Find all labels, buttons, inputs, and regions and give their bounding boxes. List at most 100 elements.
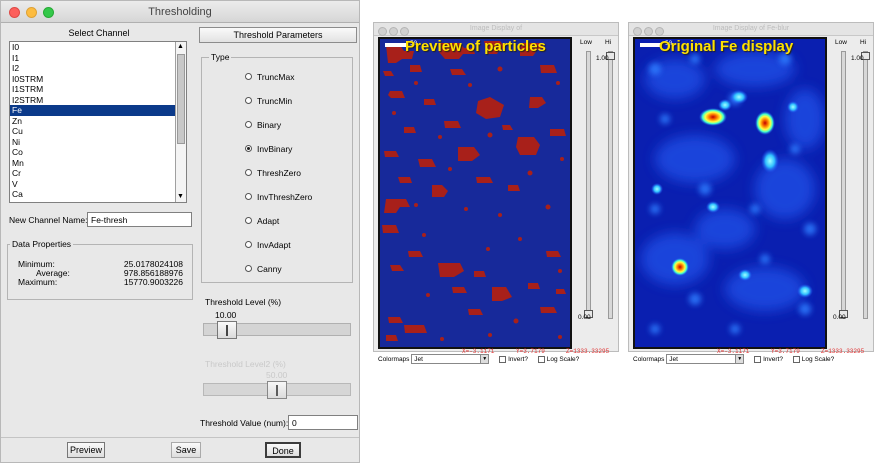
- type-option-label: InvAdapt: [257, 240, 291, 250]
- particle-preview-image[interactable]: 50: [378, 37, 572, 349]
- radio-button[interactable]: [245, 145, 252, 153]
- particle-map: [382, 41, 566, 341]
- channel-list-item[interactable]: Ca: [10, 189, 186, 200]
- invert-checkbox[interactable]: [499, 355, 507, 363]
- hi-value: 1.00: [851, 55, 864, 62]
- low-value: 0.00: [578, 314, 591, 321]
- threshold-value-input[interactable]: 0: [288, 415, 358, 430]
- new-channel-name-input[interactable]: Fe-thresh: [87, 212, 192, 227]
- hi-label: Hi: [860, 39, 867, 46]
- type-option-label: InvThreshZero: [257, 192, 313, 202]
- threshold-level-label: Threshold Level (%): [205, 297, 282, 307]
- colormap-select[interactable]: Jet ▼: [666, 354, 745, 365]
- x-readout: X=-3.1171: [717, 348, 750, 355]
- low-label: Low: [835, 39, 847, 46]
- radio-button[interactable]: [245, 265, 252, 273]
- type-option-invadapt[interactable]: InvAdapt: [245, 239, 291, 251]
- y-readout: Y=3.7179: [516, 348, 545, 355]
- radio-button[interactable]: [245, 217, 252, 225]
- colormap-select-value: Jet: [669, 356, 678, 364]
- channel-list-scrollbar[interactable]: ▲ ▼: [175, 42, 186, 202]
- select-channel-label: Select Channel: [68, 28, 130, 38]
- overlay-caption: Original Fe display: [659, 38, 794, 55]
- type-option-truncmax[interactable]: TruncMax: [245, 71, 294, 83]
- low-slider[interactable]: [839, 51, 848, 319]
- type-option-truncmin[interactable]: TruncMin: [245, 95, 292, 107]
- channel-list-item[interactable]: I2STRM: [10, 95, 186, 106]
- invert-checkbox[interactable]: [754, 355, 762, 363]
- low-slider[interactable]: [584, 51, 593, 319]
- threshold-level2-slider[interactable]: [203, 381, 351, 399]
- threshold-level-slider[interactable]: [203, 321, 351, 339]
- channel-list-item[interactable]: I0: [10, 42, 186, 53]
- channel-list-item[interactable]: I0STRM: [10, 74, 186, 85]
- log-scale-label: Log Scale?: [801, 356, 835, 363]
- type-option-adapt[interactable]: Adapt: [245, 215, 279, 227]
- done-button[interactable]: Done: [265, 442, 301, 458]
- type-option-invbinary[interactable]: InvBinary: [245, 143, 292, 155]
- channel-list-item[interactable]: I2: [10, 63, 186, 74]
- radio-button[interactable]: [245, 193, 252, 201]
- invert-label: Invert?: [508, 356, 528, 363]
- preview-button[interactable]: Preview: [67, 442, 105, 458]
- hi-slider[interactable]: [861, 51, 870, 319]
- channel-list-item[interactable]: Cu: [10, 126, 186, 137]
- channel-list-item[interactable]: I1: [10, 53, 186, 64]
- channel-list-item[interactable]: Zn: [10, 116, 186, 127]
- threshold-value-label: Threshold Value (num):: [200, 418, 289, 428]
- type-option-invthreshzero[interactable]: InvThreshZero: [245, 191, 312, 203]
- low-label: Low: [580, 39, 592, 46]
- channel-list-item[interactable]: Mn: [10, 158, 186, 169]
- threshold-level2-slider-handle[interactable]: [267, 381, 287, 399]
- radio-button[interactable]: [245, 169, 252, 177]
- radio-button[interactable]: [245, 241, 252, 249]
- type-group-title: Type: [209, 52, 232, 62]
- type-option-label: Adapt: [257, 216, 280, 226]
- hi-slider[interactable]: [606, 51, 615, 319]
- threshold-parameters-button[interactable]: Threshold Parameters: [199, 27, 357, 43]
- colormaps-label: Colormaps: [633, 356, 665, 363]
- image-display-title-bar: Image Display of: [374, 23, 618, 36]
- scroll-thumb[interactable]: [177, 54, 185, 144]
- type-option-binary[interactable]: Binary: [245, 119, 281, 131]
- channel-list-item[interactable]: Cr: [10, 168, 186, 179]
- save-button[interactable]: Save: [171, 442, 201, 458]
- channel-list-item[interactable]: I1STRM: [10, 84, 186, 95]
- radio-button[interactable]: [245, 121, 252, 129]
- scroll-up-icon[interactable]: ▲: [177, 43, 184, 51]
- type-option-label: TruncMin: [257, 96, 293, 106]
- channel-list-item[interactable]: Co: [10, 147, 186, 158]
- scroll-down-icon[interactable]: ▼: [177, 193, 184, 201]
- channel-list-item[interactable]: V: [10, 179, 186, 190]
- z-readout: Z=1333.33295: [821, 348, 865, 355]
- colormap-bar: Colormaps Jet ▼ Invert? Log Scale?: [378, 353, 579, 367]
- log-scale-checkbox[interactable]: [537, 355, 545, 363]
- fe-heatmap: [641, 51, 825, 334]
- colormap-select[interactable]: Jet ▼: [411, 354, 490, 365]
- channel-list-item[interactable]: Ni: [10, 137, 186, 148]
- type-option-label: TruncMax: [257, 72, 295, 82]
- radio-button[interactable]: [245, 97, 252, 105]
- fe-original-image[interactable]: 50: [633, 37, 827, 349]
- title-bar: Thresholding: [1, 1, 359, 23]
- thresholding-window: Thresholding Select Channel Threshold Pa…: [0, 0, 360, 463]
- image-display-window-fe-blur: Image Display of Fe-blur 50 Original Fe …: [628, 22, 874, 365]
- colormaps-label: Colormaps: [378, 356, 410, 363]
- channel-list-item[interactable]: Fe: [10, 105, 186, 116]
- threshold-level2-value: 50.00: [266, 370, 288, 380]
- new-channel-name-label: New Channel Name:: [9, 215, 88, 225]
- radio-button[interactable]: [245, 73, 252, 81]
- threshold-level-slider-handle[interactable]: [217, 321, 237, 339]
- window-title: Thresholding: [148, 6, 212, 18]
- colormap-bar: Colormaps Jet ▼ Invert? Log Scale?: [633, 353, 834, 367]
- type-option-canny[interactable]: Canny: [245, 263, 282, 275]
- chevron-down-icon[interactable]: ▼: [480, 355, 489, 364]
- chevron-down-icon[interactable]: ▼: [735, 355, 744, 364]
- type-option-label: Binary: [257, 120, 282, 130]
- log-scale-checkbox[interactable]: [792, 355, 800, 363]
- data-properties-title: Data Properties: [10, 239, 74, 249]
- channel-list[interactable]: I0 I1 I2 I0STRM I1STRM I2STRM Fe Zn Cu Ni Co Mn Cr V C…: [9, 41, 187, 203]
- maximum-label: Maximum:: [18, 277, 58, 287]
- type-option-threshzero[interactable]: ThreshZero: [245, 167, 301, 179]
- overlay-caption: Preview of particles: [405, 38, 546, 55]
